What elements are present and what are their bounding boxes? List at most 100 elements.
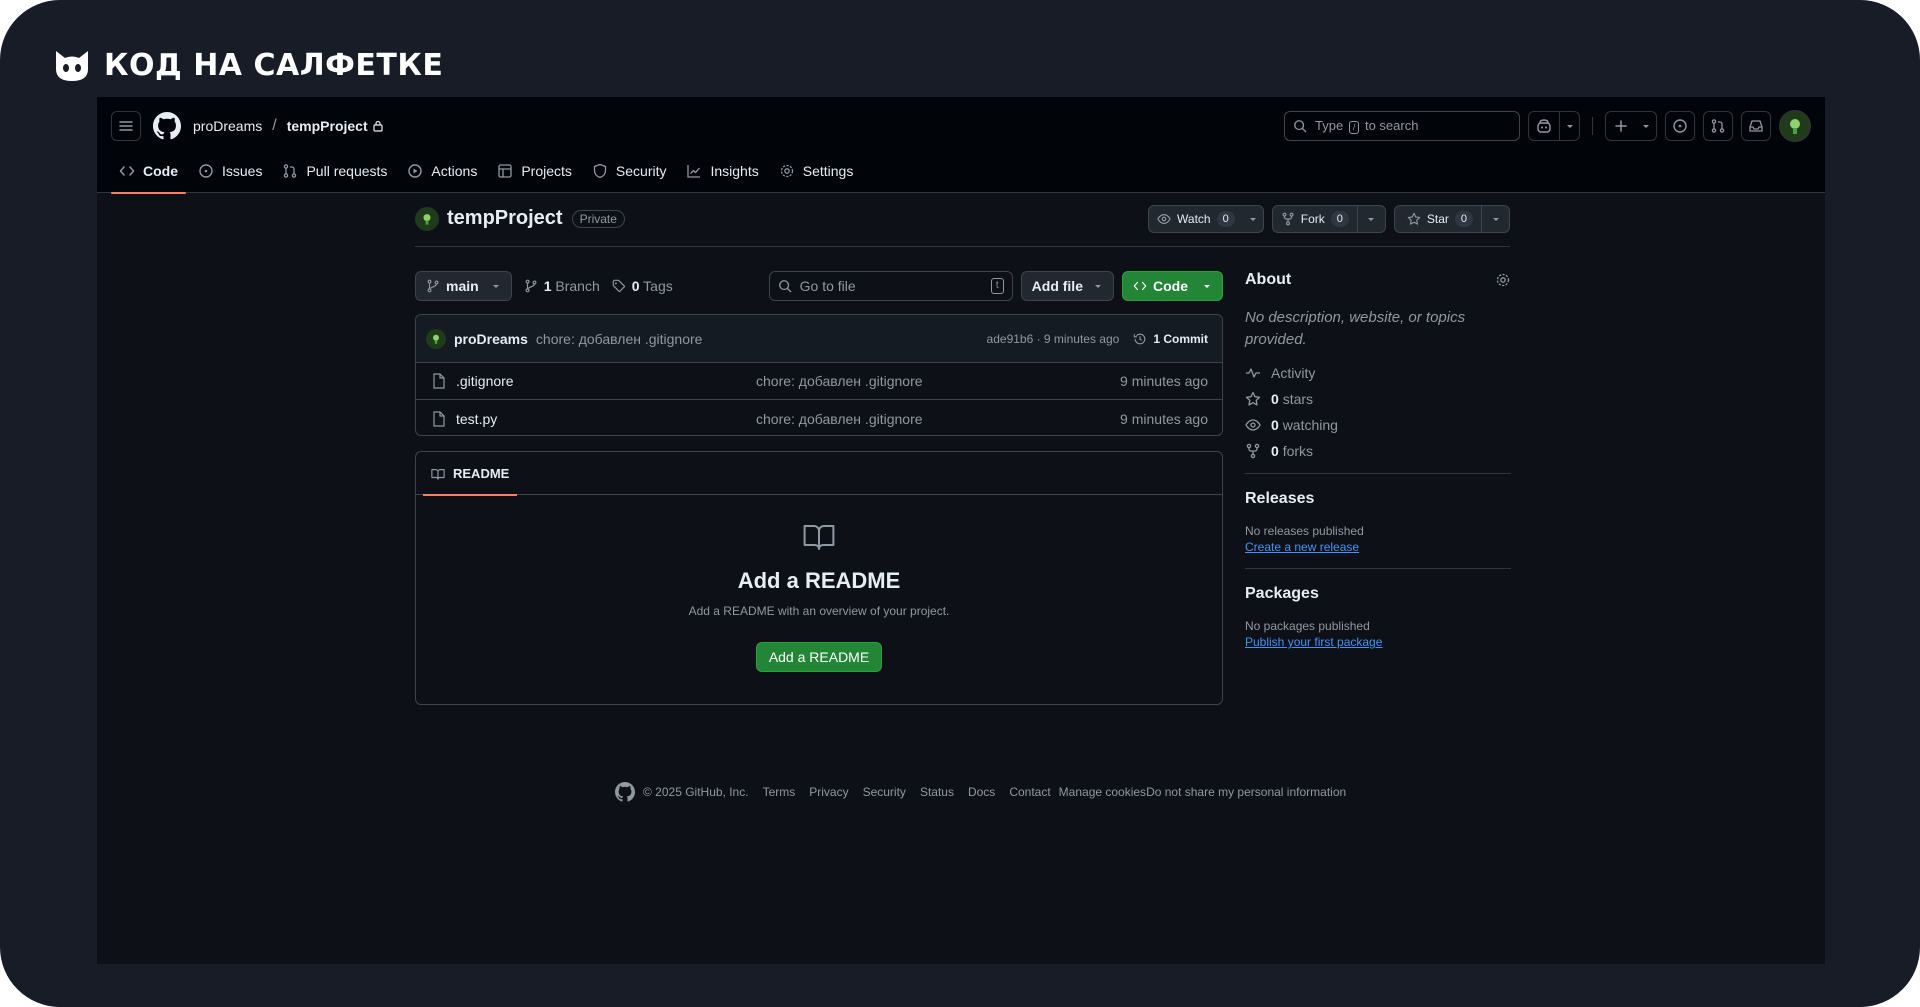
breadcrumb-repo[interactable]: tempProject bbox=[287, 118, 368, 134]
branches-link[interactable]: 1 Branch bbox=[524, 278, 600, 294]
tab-label: Issues bbox=[222, 163, 263, 179]
book-icon bbox=[803, 525, 835, 550]
cat-logo-icon bbox=[56, 51, 88, 81]
star-icon bbox=[1245, 391, 1261, 406]
star-button[interactable]: Star 0 bbox=[1393, 204, 1510, 233]
table-row[interactable]: .gitignore chore: добавлен .gitignore 9 … bbox=[416, 363, 1222, 400]
pull-requests-button[interactable] bbox=[1703, 111, 1733, 141]
commit-author[interactable]: proDreams bbox=[454, 331, 528, 347]
commit-message[interactable]: chore: добавлен .gitignore bbox=[536, 331, 703, 347]
chevron-down-icon bbox=[1492, 217, 1499, 221]
fork-button[interactable]: Fork 0 bbox=[1271, 204, 1386, 233]
create-new-button[interactable] bbox=[1605, 111, 1657, 141]
tab-projects[interactable]: Projects bbox=[489, 155, 580, 193]
code-icon bbox=[119, 166, 135, 176]
history-icon bbox=[1134, 333, 1146, 344]
repo-title-bar: tempProject Private Watch 0 Fork 0 Star … bbox=[415, 204, 1510, 247]
releases-empty-text: No releases published bbox=[1245, 524, 1364, 538]
inbox-button[interactable] bbox=[1741, 111, 1771, 141]
play-icon bbox=[408, 164, 423, 178]
menu-button[interactable] bbox=[111, 111, 141, 141]
repo-owner-avatar bbox=[415, 206, 439, 231]
tab-code[interactable]: Code bbox=[111, 155, 186, 194]
gear-icon[interactable] bbox=[1495, 272, 1511, 288]
gear-icon bbox=[780, 164, 793, 178]
latest-commit-row: proDreams chore: добавлен .gitignore ade… bbox=[416, 315, 1222, 363]
add-readme-button[interactable]: Add a README bbox=[755, 642, 883, 672]
footer-link-security[interactable]: Security bbox=[863, 785, 906, 799]
footer-link-manage-cookies[interactable]: Manage cookies bbox=[1059, 785, 1146, 799]
readme-panel: README Add a README Add a README with an… bbox=[415, 451, 1223, 705]
branch-name: main bbox=[446, 278, 479, 294]
readme-icon-wrap bbox=[416, 523, 1222, 556]
about-description: No description, website, or topics provi… bbox=[1245, 309, 1466, 348]
commits-link[interactable]: 1 Commit bbox=[1133, 332, 1208, 346]
fork-icon bbox=[1282, 212, 1294, 225]
user-avatar[interactable] bbox=[1779, 110, 1811, 142]
footer-copyright: © 2025 GitHub, Inc. bbox=[643, 785, 749, 799]
footer-link-docs[interactable]: Docs bbox=[968, 785, 995, 799]
tag-count: 0 bbox=[631, 278, 640, 294]
releases-title[interactable]: Releases bbox=[1245, 490, 1511, 508]
tab-label: Insights bbox=[710, 163, 759, 179]
tab-issues[interactable]: Issues bbox=[190, 155, 270, 193]
footer-link-status[interactable]: Status bbox=[920, 785, 954, 799]
file-commit-message[interactable]: chore: добавлен .gitignore bbox=[756, 373, 923, 389]
packages-title[interactable]: Packages bbox=[1245, 585, 1511, 603]
readme-title: Add a README bbox=[737, 568, 901, 593]
eye-icon bbox=[1157, 213, 1171, 224]
code-button[interactable]: Code bbox=[1122, 271, 1223, 301]
fork-icon bbox=[1246, 443, 1260, 459]
github-logo-icon[interactable] bbox=[153, 112, 181, 140]
file-name[interactable]: test.py bbox=[456, 411, 756, 427]
copilot-button[interactable] bbox=[1528, 111, 1580, 141]
footer-link-terms[interactable]: Terms bbox=[763, 785, 796, 799]
inbox-icon bbox=[1749, 120, 1763, 132]
file-name[interactable]: .gitignore bbox=[456, 373, 756, 389]
repo-name[interactable]: tempProject bbox=[447, 207, 563, 230]
github-repo-page: proDreams / tempProject Type / to search bbox=[97, 97, 1825, 964]
branch-icon bbox=[525, 279, 537, 293]
brand-text: КОД НА САЛФЕТКЕ bbox=[104, 47, 444, 83]
footer-link-privacy[interactable]: Privacy bbox=[809, 785, 848, 799]
tab-security[interactable]: Security bbox=[584, 155, 675, 193]
footer-link-contact[interactable]: Contact bbox=[1009, 785, 1050, 799]
hamburger-icon bbox=[119, 121, 133, 131]
tags-link[interactable]: 0 Tags bbox=[612, 278, 673, 294]
tab-insights[interactable]: Insights bbox=[678, 155, 766, 193]
global-search-input[interactable]: Type / to search bbox=[1284, 111, 1520, 141]
footer-link-do-not-share[interactable]: Do not share my personal information bbox=[1146, 785, 1346, 799]
stars-link[interactable]: 0 stars bbox=[1245, 391, 1511, 407]
commit-hash-time[interactable]: ade91b6 · 9 minutes ago bbox=[987, 332, 1120, 346]
activity-label: Activity bbox=[1271, 365, 1316, 381]
activity-link[interactable]: Activity bbox=[1245, 365, 1511, 381]
publish-package-link[interactable]: Publish your first package bbox=[1245, 635, 1511, 649]
search-shortcut-key: / bbox=[1348, 121, 1360, 134]
watch-button[interactable]: Watch 0 bbox=[1148, 204, 1264, 233]
add-file-button[interactable]: Add file bbox=[1020, 271, 1114, 301]
forks-link[interactable]: 0 forks bbox=[1245, 443, 1511, 459]
tab-label: Actions bbox=[431, 163, 478, 179]
page-footer: © 2025 GitHub, Inc. Terms Privacy Securi… bbox=[615, 781, 1346, 803]
pull-request-icon bbox=[284, 164, 297, 178]
fork-count: 0 bbox=[1330, 210, 1349, 227]
branch-icon bbox=[427, 279, 439, 293]
readme-tab-label: README bbox=[453, 466, 510, 481]
issues-button[interactable] bbox=[1665, 111, 1695, 141]
go-to-file-input[interactable]: Go to file t bbox=[768, 271, 1013, 301]
pull-request-icon bbox=[1711, 119, 1725, 133]
tab-pull-requests[interactable]: Pull requests bbox=[274, 155, 395, 193]
tab-readme[interactable]: README bbox=[423, 452, 518, 496]
watching-link[interactable]: 0 watching bbox=[1245, 417, 1511, 433]
github-logo-icon[interactable] bbox=[615, 782, 635, 802]
breadcrumb-owner[interactable]: proDreams bbox=[193, 118, 262, 134]
branch-select-button[interactable]: main bbox=[415, 271, 512, 301]
tab-settings[interactable]: Settings bbox=[771, 155, 862, 193]
tab-actions[interactable]: Actions bbox=[399, 155, 485, 193]
file-commit-message[interactable]: chore: добавлен .gitignore bbox=[756, 411, 923, 427]
table-row[interactable]: test.py chore: добавлен .gitignore 9 min… bbox=[416, 400, 1222, 435]
create-release-link[interactable]: Create a new release bbox=[1245, 540, 1511, 554]
file-toolbar: main 1 Branch 0 Tags Go to file t Add fi… bbox=[415, 271, 1223, 301]
plus-icon bbox=[1615, 120, 1627, 132]
pulse-icon bbox=[1246, 368, 1260, 378]
